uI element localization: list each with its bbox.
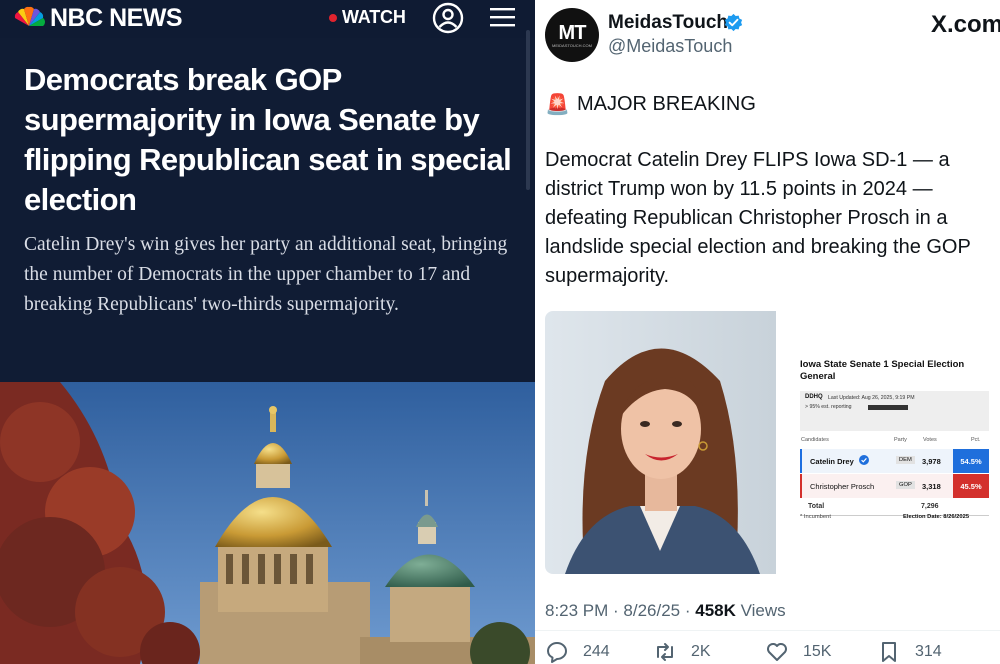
- tweet-meta: 8:23 PM · 8/26/25 · 458K Views: [545, 601, 786, 621]
- repost-icon: [657, 643, 673, 661]
- tweet-body: Democrat Catelin Drey FLIPS Iowa SD-1 — …: [545, 149, 971, 287]
- siren-emoji-icon: 🚨: [545, 94, 570, 116]
- bookmark-count: 314: [915, 643, 942, 660]
- divider: [535, 630, 1000, 631]
- user-handle[interactable]: @MeidasTouch: [608, 36, 732, 57]
- results-title: Iowa State Senate 1 Special Election Gen…: [800, 359, 965, 382]
- reply-button[interactable]: 244: [545, 640, 610, 664]
- repost-button[interactable]: 2K: [653, 640, 711, 664]
- last-updated-text: Last Updated: Aug 26, 2025, 9:19 PM: [828, 395, 915, 401]
- vote-count: 3,978: [922, 457, 941, 466]
- account-icon[interactable]: [432, 2, 464, 34]
- tweet-timestamp[interactable]: 8:23 PM · 8/26/25 ·: [545, 601, 695, 620]
- live-dot-icon: [329, 13, 337, 22]
- x-logo[interactable]: X.com: [931, 11, 1000, 39]
- watch-button[interactable]: WATCH: [329, 7, 406, 28]
- tweet-headline: MAJOR BREAKING: [577, 93, 756, 115]
- like-count: 15K: [803, 643, 832, 660]
- header-party: Party: [894, 437, 907, 443]
- bookmark-icon: [882, 642, 896, 662]
- election-date: Election Date: 8/26/2025: [903, 514, 970, 520]
- vote-percent: 54.5%: [953, 449, 989, 473]
- vote-percent: 45.5%: [953, 474, 989, 498]
- nbc-news-logo[interactable]: NBC NEWS: [50, 4, 183, 33]
- vote-count: 3,318: [922, 482, 941, 491]
- election-results-card: Iowa State Senate 1 Special Election Gen…: [781, 311, 1000, 574]
- reporting-progress-bar: [868, 405, 908, 410]
- article-dek: Catelin Drey's win gives her party an ad…: [24, 234, 508, 315]
- total-votes: 7,296: [921, 503, 939, 510]
- party-badge: DEM: [896, 456, 915, 464]
- display-name[interactable]: MeidasTouch: [608, 12, 728, 34]
- iowa-capitol-photo: [0, 382, 535, 664]
- avatar-subtext: MEIDASTOUCH.COM: [552, 43, 592, 48]
- nbc-header-bar: NBC NEWS WATCH: [0, 0, 535, 38]
- scrollbar[interactable]: [526, 30, 530, 190]
- header-pct: Pct.: [971, 437, 981, 443]
- header-candidates: Candidates: [801, 437, 829, 443]
- results-status-box: DDHQ Last Updated: Aug 26, 2025, 9:19 PM…: [800, 391, 989, 431]
- incumbent-note: * Incumbent: [800, 514, 831, 520]
- avatar-initials: MT: [558, 22, 587, 44]
- tweet-media[interactable]: Iowa State Senate 1 Special Election Gen…: [545, 311, 1000, 575]
- party-badge: GOP: [896, 481, 915, 489]
- ddhq-logo: DDHQ: [805, 394, 823, 400]
- reply-icon: [547, 642, 567, 663]
- total-label: Total: [808, 503, 825, 510]
- peacock-logo-icon[interactable]: [12, 6, 46, 28]
- candidate-portrait-photo[interactable]: [545, 311, 776, 574]
- avatar[interactable]: MT MEIDASTOUCH.COM: [545, 8, 599, 62]
- candidate-name: Catelin Drey: [810, 457, 854, 466]
- hamburger-menu-icon[interactable]: [490, 6, 515, 28]
- header-votes: Votes: [923, 437, 937, 443]
- tweet-card: MT MEIDASTOUCH.COM MeidasTouch @MeidasTo…: [535, 0, 1000, 664]
- nbc-article-screenshot: NBC NEWS WATCH Democrats break GOP super…: [0, 0, 535, 664]
- watch-label: WATCH: [342, 7, 406, 27]
- article-headline[interactable]: Democrats break GOP supermajority in Iow…: [24, 60, 519, 220]
- views-count: 458K: [695, 601, 736, 620]
- verified-badge-icon: [724, 13, 743, 32]
- table-row: Catelin Drey DEM 3,978 54.5%: [800, 449, 989, 473]
- heart-icon: [767, 643, 787, 661]
- table-row: Christopher Prosch GOP 3,318 45.5%: [800, 474, 989, 498]
- like-button[interactable]: 15K: [765, 640, 831, 664]
- reply-count: 244: [583, 643, 610, 660]
- bookmark-button[interactable]: 314: [877, 640, 942, 664]
- views-label: Views: [735, 601, 786, 620]
- repost-count: 2K: [691, 643, 711, 660]
- candidate-name: Christopher Prosch: [810, 482, 875, 491]
- reporting-text: > 95% est. reporting: [805, 404, 852, 410]
- winner-check-icon: [859, 455, 869, 465]
